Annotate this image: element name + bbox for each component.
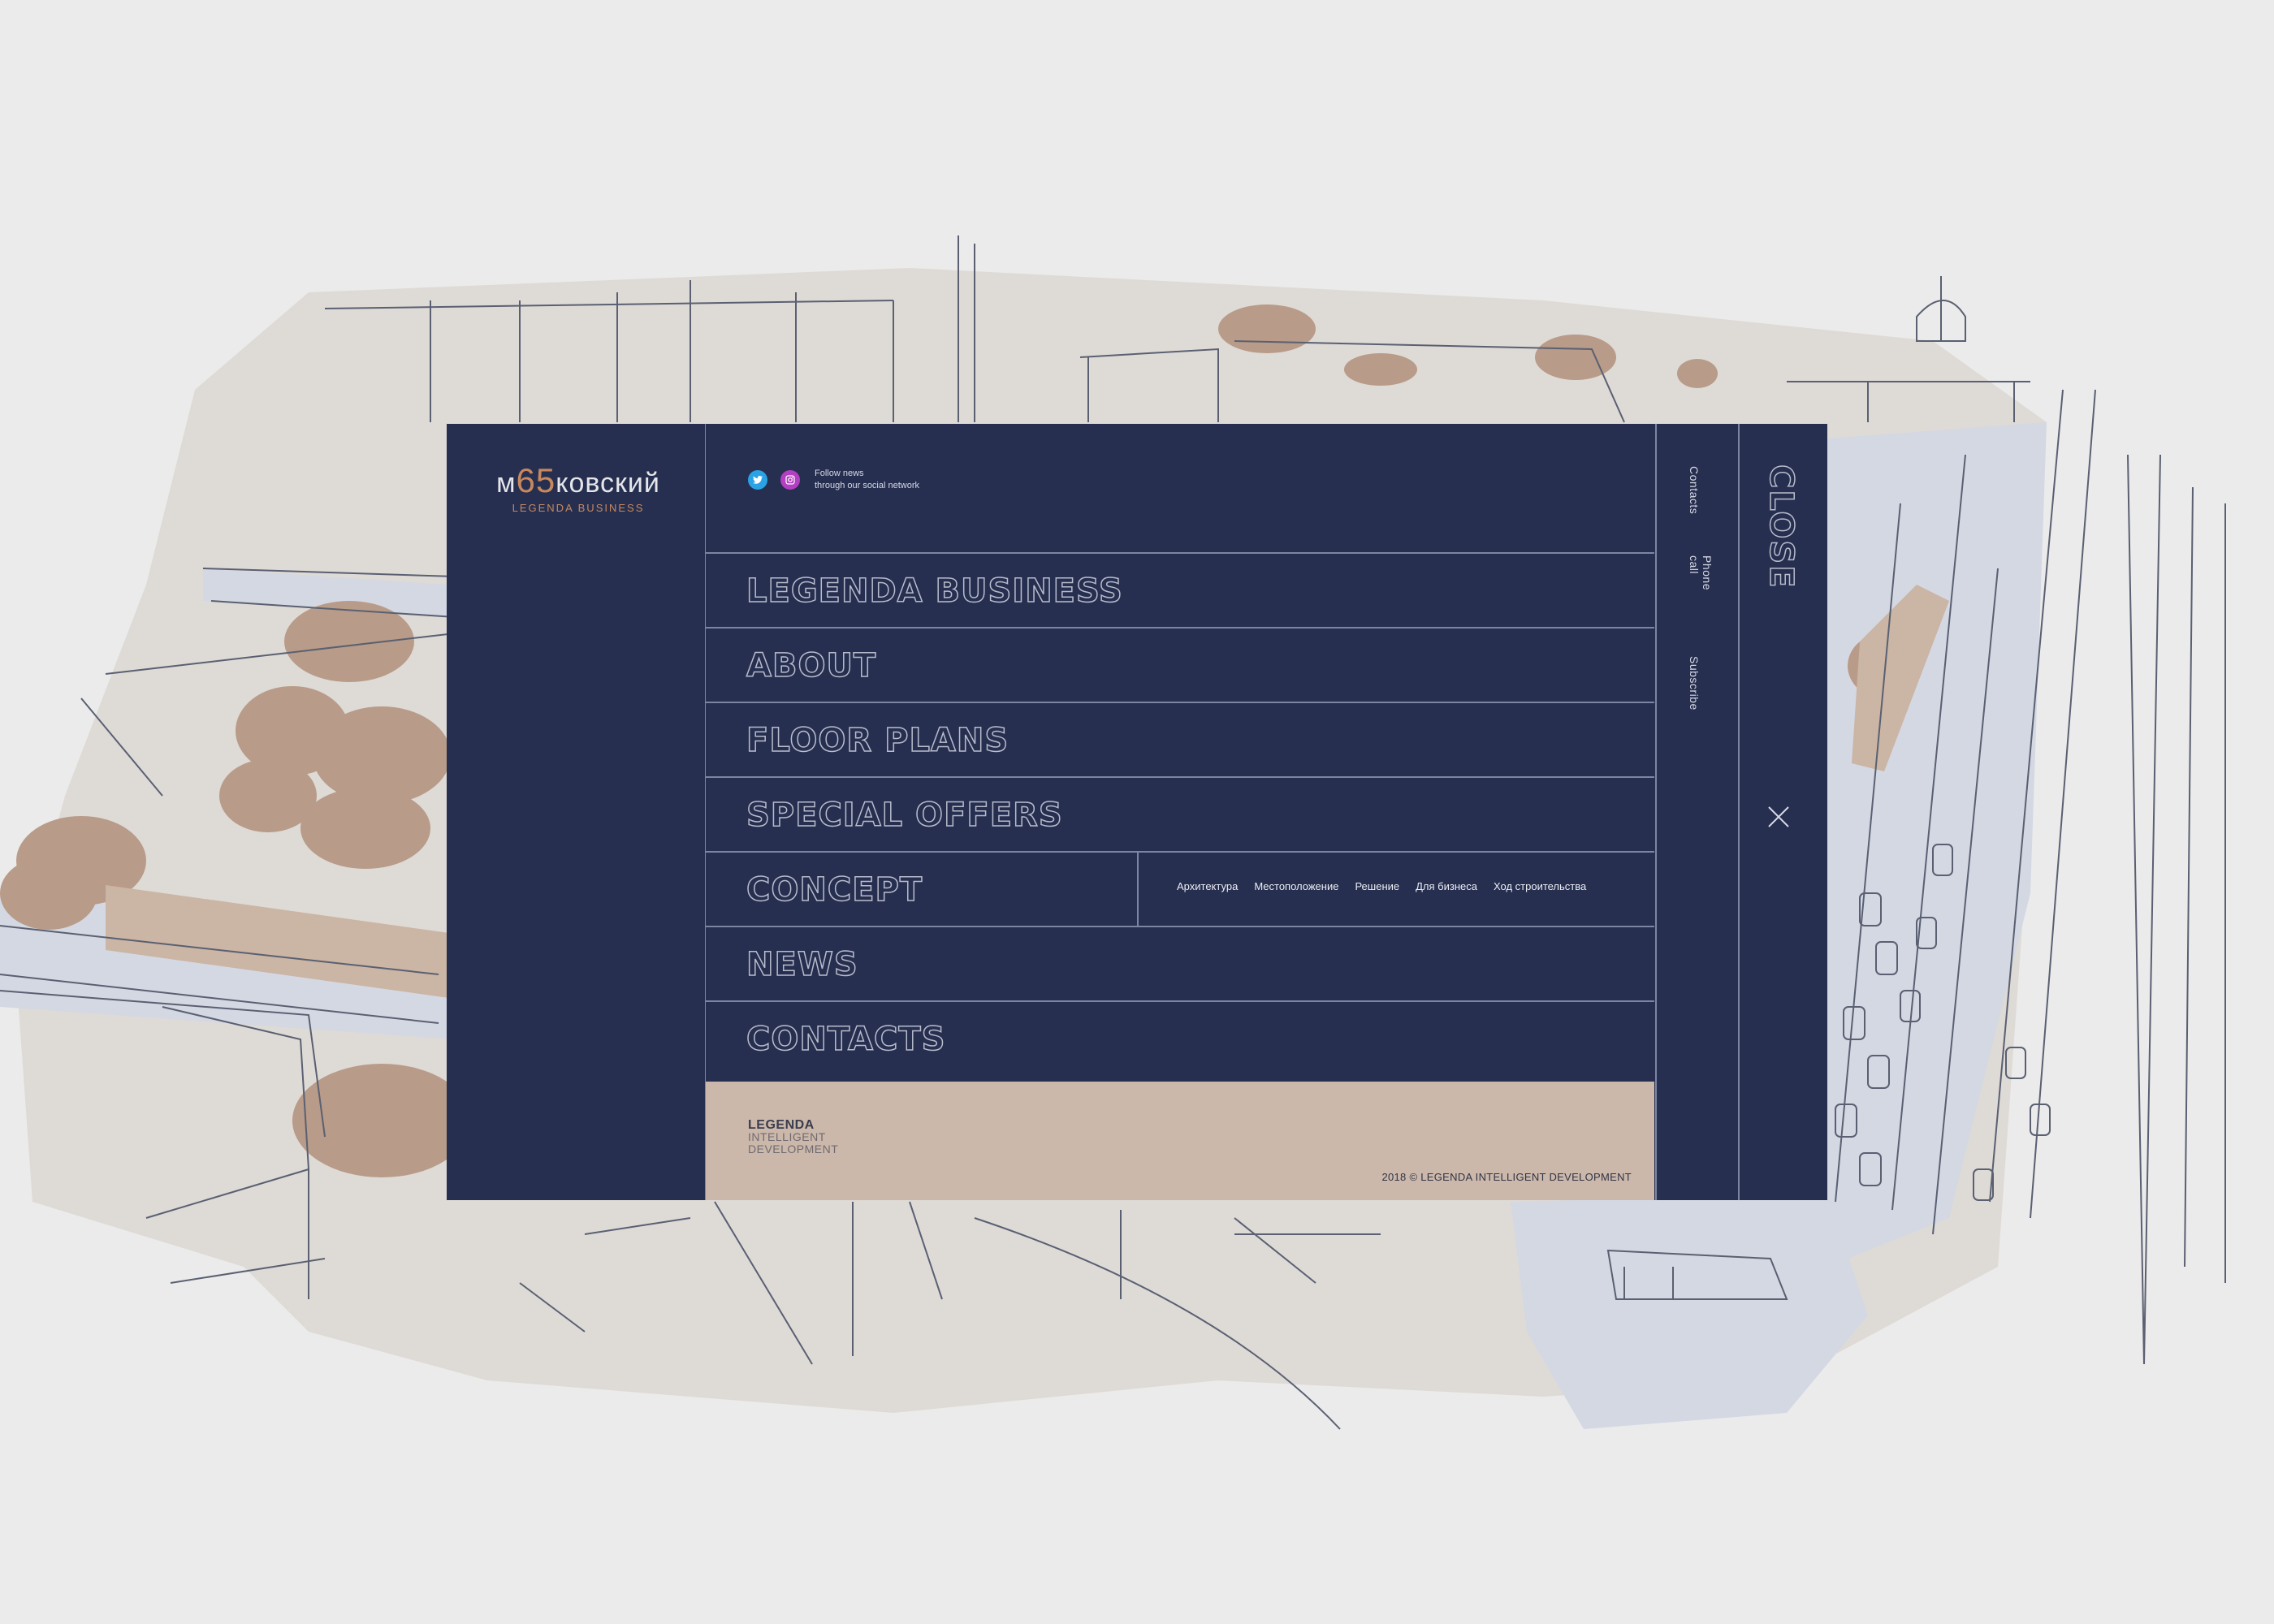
nav-item-concept[interactable]: CONCEPT Архитектура Местоположение Решен… — [706, 851, 1654, 927]
footer-brand-line2: INTELLIGENT — [748, 1130, 826, 1143]
logo-wordmark: м65ковский — [489, 461, 668, 500]
logo-subtitle: LEGENDA BUSINESS — [512, 502, 645, 514]
side-link-contacts[interactable]: Contacts — [1688, 466, 1701, 514]
nav-item-label: NEWS — [746, 945, 858, 984]
nav-item-contacts[interactable]: CONTACTS — [706, 1000, 1654, 1075]
close-label[interactable]: CLOSE — [1762, 464, 1801, 590]
footer-brand-line3: DEVELOPMENT — [748, 1142, 839, 1155]
footer-brand: LEGENDA INTELLIGENT DEVELOPMENT — [748, 1119, 838, 1155]
social-links: Follow news through our social network — [748, 468, 919, 492]
main-nav: LEGENDA BUSINESS ABOUT FLOOR PLANS SPECI… — [706, 552, 1654, 1075]
copyright-text: 2018 © LEGENDA INTELLIGENT DEVELOPMENT — [1381, 1171, 1632, 1183]
submenu-divider — [1137, 853, 1139, 927]
twitter-icon[interactable] — [748, 470, 767, 490]
site-logo[interactable]: м65ковский LEGENDA BUSINESS — [489, 461, 668, 514]
social-caption-line1: Follow news — [815, 469, 864, 478]
side-link-subscribe[interactable]: Subscribe — [1688, 656, 1701, 710]
submenu-link-location[interactable]: Местоположение — [1254, 880, 1338, 892]
logo-word-start: м — [496, 468, 517, 499]
menu-footer: LEGENDA INTELLIGENT DEVELOPMENT 2018 © L… — [706, 1082, 1654, 1200]
submenu-link-solution[interactable]: Решение — [1355, 880, 1399, 892]
nav-item-about[interactable]: ABOUT — [706, 627, 1654, 702]
instagram-icon[interactable] — [780, 470, 800, 490]
side-column: Contacts Phone call Subscribe CLOSE — [1655, 424, 1827, 1200]
social-caption-line2: through our social network — [815, 481, 920, 490]
nav-item-floor-plans[interactable]: FLOOR PLANS — [706, 702, 1654, 776]
nav-item-special-offers[interactable]: SPECIAL OFFERS — [706, 776, 1654, 851]
nav-item-label: LEGENDA BUSINESS — [746, 572, 1123, 611]
side-divider — [1738, 424, 1740, 1200]
logo-column: м65ковский LEGENDA BUSINESS — [447, 424, 706, 1200]
nav-item-news[interactable]: NEWS — [706, 926, 1654, 1000]
submenu-link-construction-progress[interactable]: Ход строительства — [1494, 880, 1586, 892]
page: м65ковский LEGENDA BUSINESS Follow news … — [0, 0, 2274, 1624]
navigation-menu-panel: м65ковский LEGENDA BUSINESS Follow news … — [447, 424, 1827, 1200]
logo-number: 65 — [516, 461, 556, 499]
concept-submenu: Архитектура Местоположение Решение Для б… — [1177, 880, 1602, 892]
nav-item-label: ABOUT — [746, 646, 877, 685]
nav-item-label: CONTACTS — [746, 1020, 946, 1059]
nav-item-label: FLOOR PLANS — [746, 721, 1009, 760]
close-icon[interactable] — [1764, 802, 1793, 831]
submenu-link-for-business[interactable]: Для бизнеса — [1416, 880, 1477, 892]
nav-item-label: SPECIAL OFFERS — [746, 796, 1063, 835]
nav-item-legenda-business[interactable]: LEGENDA BUSINESS — [706, 552, 1654, 627]
nav-item-label: CONCEPT — [746, 870, 923, 909]
side-divider — [1655, 424, 1657, 1200]
social-caption: Follow news through our social network — [815, 468, 919, 492]
submenu-link-architecture[interactable]: Архитектура — [1177, 880, 1238, 892]
logo-word-end: ковский — [556, 468, 660, 499]
side-link-phone-call[interactable]: Phone call — [1688, 555, 1714, 590]
